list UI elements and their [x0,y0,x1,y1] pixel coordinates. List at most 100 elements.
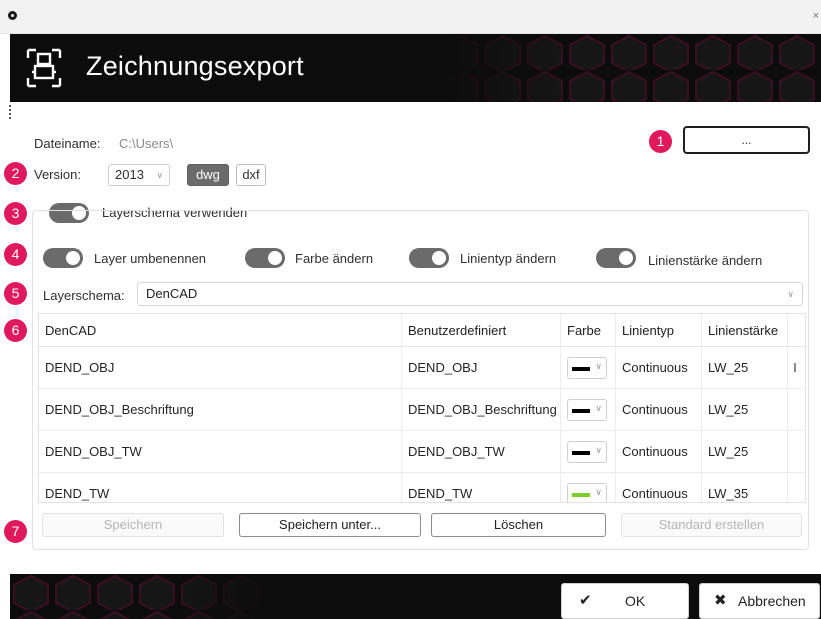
chevron-down-icon: ∨ [156,170,163,180]
cell-spacer [788,389,805,430]
cell-spacer [788,431,805,472]
dialog-title: Zeichnungsexport [86,51,304,81]
cell-lineweight[interactable]: LW_25 [702,347,788,388]
table-header: DenCAD Benutzerdefiniert Farbe Linientyp… [39,314,805,347]
rename-layer-label: Layer umbenennen [94,251,207,266]
app-icon [8,11,17,20]
step-badge-1: 1 [649,130,672,153]
change-lineweight-toggle[interactable] [596,248,636,268]
cell-custom[interactable]: DEND_OBJ_Beschriftung [402,389,561,430]
filename-value: C:\Users\ [119,136,174,151]
color-picker[interactable]: ∨ [567,398,607,421]
column-header-lineweight[interactable]: Linienstärke [702,314,788,346]
table-row[interactable]: DEND_TW DEND_TW ∨ Continuous LW_35 [39,473,805,502]
color-swatch [572,408,590,413]
hexagon-pattern-icon [10,574,270,619]
cell-linetype[interactable]: Continuous [616,473,702,502]
rename-layer-toggle[interactable] [43,248,83,268]
window-titlebar: × [0,0,821,34]
save-button[interactable]: Speichern [42,513,224,537]
layer-schema-value: DenCAD [146,286,198,301]
cell-lineweight[interactable]: LW_35 [702,473,788,502]
hexagon-pattern-icon [440,34,821,102]
ok-button-label: OK [625,593,646,609]
table-row[interactable]: DEND_OBJ_TW DEND_OBJ_TW ∨ Continuous LW_… [39,431,805,473]
ok-button[interactable]: ✔ OK [561,583,689,619]
drawing-export-icon [26,48,62,88]
scrollbar-thumb[interactable] [794,363,796,372]
column-header-color[interactable]: Farbe [561,314,616,346]
cell-color: ∨ [561,431,616,472]
change-color-label: Farbe ändern [295,251,374,266]
cell-color: ∨ [561,473,616,502]
step-badge-6: 6 [4,319,27,342]
column-header-dencad[interactable]: DenCAD [39,314,402,346]
layer-schema-select[interactable]: DenCAD ∨ [137,282,803,306]
checkmark-icon: ✔ [579,592,592,609]
cell-lineweight[interactable]: LW_25 [702,389,788,430]
step-badge-2: 2 [4,162,27,185]
cell-dencad: DEND_TW [39,473,402,502]
step-badge-5: 5 [4,282,27,305]
toggle-knob [619,251,633,265]
cell-custom[interactable]: DEND_TW [402,473,561,502]
browse-button[interactable]: ... [683,126,810,154]
cell-linetype[interactable]: Continuous [616,389,702,430]
color-swatch [572,366,590,371]
toggle-knob [432,251,446,265]
color-picker[interactable]: ∨ [567,440,607,463]
color-swatch [572,450,590,455]
layer-schema-label: Layerschema: [43,288,125,303]
save-as-button[interactable]: Speichern unter... [239,513,421,537]
cell-dencad: DEND_OBJ_Beschriftung [39,389,402,430]
color-picker[interactable]: ∨ [567,356,607,379]
format-dwg-button[interactable]: dwg [187,164,229,186]
column-header-spacer [788,314,805,346]
cell-linetype[interactable]: Continuous [616,431,702,472]
cancel-button[interactable]: ✖ Abbrechen [699,583,820,619]
change-linetype-toggle[interactable] [409,248,449,268]
table-row[interactable]: DEND_OBJ_Beschriftung DEND_OBJ_Beschrift… [39,389,805,431]
step-badge-3: 3 [4,202,27,225]
dialog-header: Zeichnungsexport [10,34,821,102]
x-icon: ✖ [714,592,727,609]
cell-spacer [788,473,805,502]
chevron-down-icon: ∨ [595,360,602,371]
step-badge-7: 7 [4,520,27,543]
step-badge-4: 4 [4,243,27,266]
layer-mapping-table: DenCAD Benutzerdefiniert Farbe Linientyp… [38,313,806,503]
column-header-custom[interactable]: Benutzerdefiniert [402,314,561,346]
cancel-button-label: Abbrechen [738,593,806,609]
color-swatch [572,492,590,497]
filename-label: Dateiname: [34,136,101,151]
cell-custom[interactable]: DEND_OBJ_TW [402,431,561,472]
version-select[interactable]: 2013 ∨ [108,164,170,186]
color-picker[interactable]: ∨ [567,482,607,502]
cell-spacer [788,347,805,388]
cell-lineweight[interactable]: LW_25 [702,431,788,472]
chevron-down-icon: ∨ [595,402,602,413]
change-lineweight-label: Linienstärke ändern [648,253,763,268]
version-label: Version: [34,167,81,182]
cell-color: ∨ [561,347,616,388]
cell-dencad: DEND_OBJ [39,347,402,388]
delete-button[interactable]: Löschen [431,513,606,537]
window-resize-handle[interactable] [9,105,11,119]
column-header-linetype[interactable]: Linientyp [616,314,702,346]
cell-dencad: DEND_OBJ_TW [39,431,402,472]
version-select-value: 2013 [115,167,144,182]
toggle-knob [66,251,80,265]
change-color-toggle[interactable] [245,248,285,268]
cell-custom[interactable]: DEND_OBJ [402,347,561,388]
window-close-icon[interactable]: × [813,10,819,22]
cell-linetype[interactable]: Continuous [616,347,702,388]
toggle-knob [268,251,282,265]
chevron-down-icon: ∨ [595,444,602,455]
chevron-down-icon: ∨ [787,289,794,299]
format-dxf-button[interactable]: dxf [236,164,266,186]
change-linetype-label: Linientyp ändern [460,251,557,266]
make-default-button[interactable]: Standard erstellen [621,513,802,537]
table-row[interactable]: DEND_OBJ DEND_OBJ ∨ Continuous LW_25 [39,347,805,389]
chevron-down-icon: ∨ [595,486,602,497]
cell-color: ∨ [561,389,616,430]
